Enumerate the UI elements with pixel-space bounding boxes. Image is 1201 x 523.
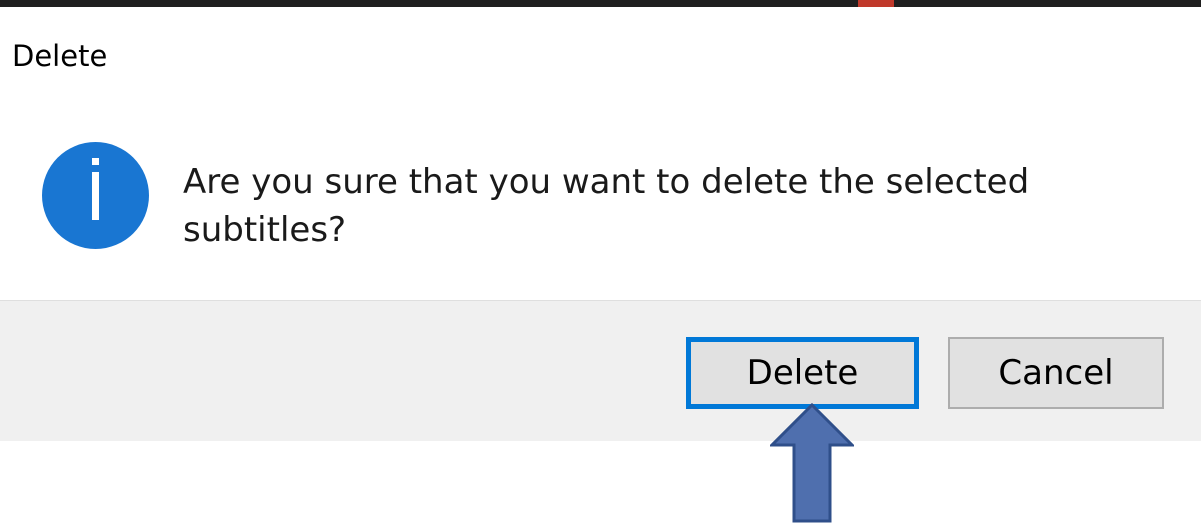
dialog-window: Delete Are you sure that you want to del… [0,0,1201,523]
window-top-accent [858,0,894,7]
delete-button[interactable]: Delete [686,337,919,409]
info-icon [42,142,149,249]
info-icon-stem [92,172,99,220]
window-top-border [0,0,1201,7]
button-bar: Delete Cancel [0,300,1201,441]
up-arrow-icon [770,403,854,523]
dialog-message: Are you sure that you want to delete the… [183,162,1030,250]
info-icon-dot [92,158,99,165]
dialog-title: Delete [12,39,108,73]
cancel-button[interactable]: Cancel [948,337,1164,409]
